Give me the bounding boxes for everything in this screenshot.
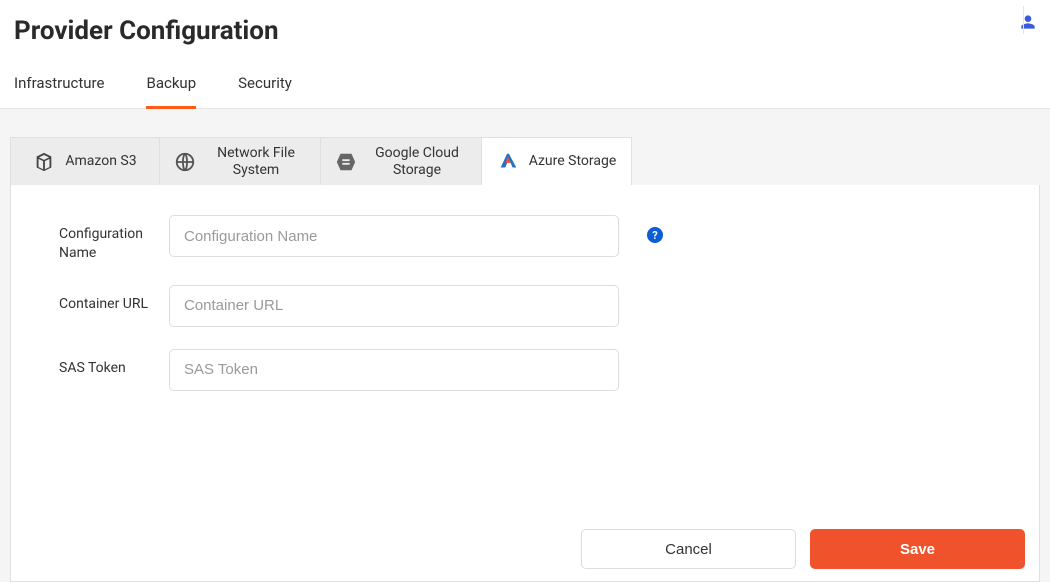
header-divider [1023,6,1024,34]
amazon-s3-icon [33,151,55,173]
form-row-sas-token: SAS Token [59,349,999,391]
save-button[interactable]: Save [810,529,1025,569]
help-icon[interactable]: ? [647,227,663,243]
sas-token-label: SAS Token [59,349,169,378]
network-icon [174,151,196,173]
tab-infrastructure[interactable]: Infrastructure [14,74,104,108]
content-area: Amazon S3 Network File System Google Clo… [0,109,1050,582]
tab-security[interactable]: Security [238,74,292,108]
footer-actions: Cancel Save [581,529,1025,569]
form-panel: Configuration Name ? Container URL SAS T… [10,185,1040,582]
provider-tab-label: Network File System [206,145,306,179]
provider-tab-label: Google Cloud Storage [367,145,467,179]
google-cloud-icon [335,151,357,173]
provider-tab-gcs[interactable]: Google Cloud Storage [321,137,482,185]
config-name-input[interactable] [169,215,619,257]
cancel-button[interactable]: Cancel [581,529,796,569]
container-url-label: Container URL [59,285,169,314]
tab-backup[interactable]: Backup [146,74,196,108]
form-row-config-name: Configuration Name ? [59,215,999,263]
form-row-container-url: Container URL [59,285,999,327]
provider-tab-label: Amazon S3 [65,153,136,170]
container-url-input[interactable] [169,285,619,327]
azure-icon [497,151,519,173]
provider-tabs: Amazon S3 Network File System Google Clo… [10,137,1040,185]
provider-tab-label: Azure Storage [529,153,617,170]
nav-tabs: Infrastructure Backup Security [0,52,1050,109]
provider-tab-nfs[interactable]: Network File System [160,137,321,185]
sas-token-input[interactable] [169,349,619,391]
config-name-label: Configuration Name [59,215,169,263]
page-title: Provider Configuration [14,10,279,52]
provider-tab-azure[interactable]: Azure Storage [482,137,632,185]
provider-tab-amazon-s3[interactable]: Amazon S3 [10,137,160,185]
